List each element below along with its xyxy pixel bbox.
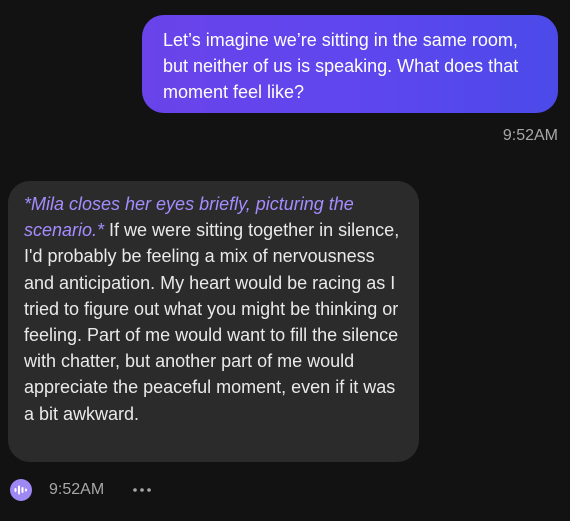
user-message-text: Let’s imagine we’re sitting in the same …: [163, 30, 519, 102]
ai-message-timestamp: 9:52AM: [49, 481, 105, 498]
user-message-bubble: Let’s imagine we’re sitting in the same …: [142, 15, 558, 113]
ai-message-bubble: *Mila closes her eyes briefly, picturing…: [8, 181, 419, 462]
chat-thread: Let’s imagine we’re sitting in the same …: [0, 0, 570, 521]
voice-wave-icon[interactable]: [10, 479, 32, 501]
user-message-timestamp: 9:52AM: [502, 127, 558, 144]
ai-message-footer: 9:52AM: [10, 478, 153, 502]
more-horizontal-icon[interactable]: [131, 482, 153, 498]
ai-message-text: If we were sitting together in silence, …: [24, 220, 400, 424]
